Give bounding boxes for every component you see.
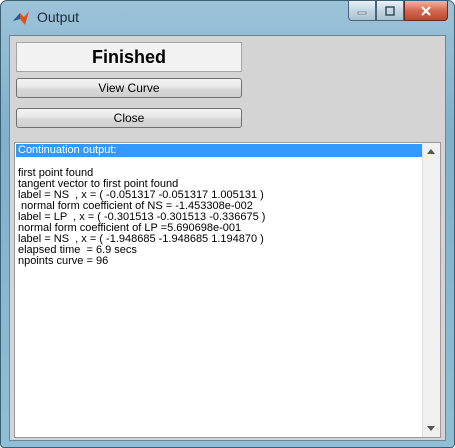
output-header[interactable]: Continuation output: [16, 144, 424, 157]
close-icon [421, 5, 431, 16]
list-item[interactable]: npoints curve = 96 [16, 256, 424, 267]
minimize-button[interactable] [348, 1, 376, 21]
title-bar[interactable]: Output [1, 1, 454, 35]
scroll-up-icon[interactable] [427, 149, 435, 154]
minimize-icon [357, 11, 367, 14]
view-curve-button[interactable]: View Curve [16, 78, 242, 98]
maximize-icon [385, 5, 395, 16]
vertical-scrollbar[interactable] [422, 143, 440, 437]
matlab-icon [13, 11, 29, 25]
output-window: Output Finished View Curve Close Continu… [0, 0, 455, 448]
close-window-button[interactable] [404, 1, 448, 21]
client-area: Finished View Curve Close Continuation o… [9, 35, 446, 441]
maximize-button[interactable] [376, 1, 404, 21]
window-controls [348, 1, 448, 23]
window-title: Output [37, 9, 80, 25]
close-button[interactable]: Close [16, 108, 242, 128]
output-lines: Continuation output: first point found t… [16, 144, 424, 267]
continuation-output-list[interactable]: Continuation output: first point found t… [14, 142, 441, 438]
status-display: Finished [16, 42, 242, 72]
scroll-down-icon[interactable] [427, 426, 435, 431]
